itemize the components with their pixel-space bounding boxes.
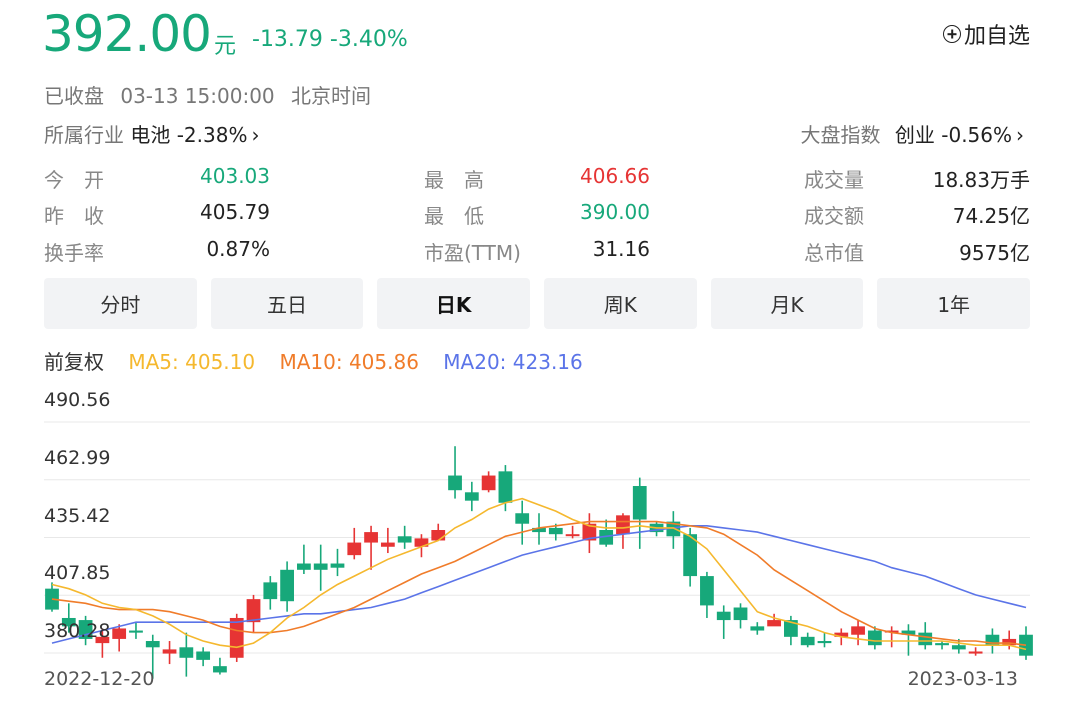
y-tick-label: 435.42 (44, 505, 111, 527)
candle-body (515, 513, 530, 524)
candle-body (213, 666, 227, 673)
y-tick-label: 407.85 (44, 562, 111, 584)
y-tick-label: 490.56 (44, 389, 111, 411)
candle-body (179, 647, 194, 658)
candle-body (700, 576, 714, 606)
candle-body (330, 563, 345, 568)
candle-body (313, 563, 328, 570)
candle-body (767, 620, 781, 627)
candle-body (464, 492, 479, 501)
x-start-date: 2022-12-20 (44, 668, 155, 690)
candle-body (800, 636, 815, 646)
candle-body (716, 611, 731, 621)
candle-body (364, 532, 378, 543)
candle-body (162, 649, 177, 654)
candle-body (129, 630, 143, 633)
y-tick-label: 462.99 (44, 447, 111, 469)
y-tick-label: 380.28 (44, 620, 111, 642)
candle-body (867, 630, 882, 646)
candle-body (817, 641, 832, 644)
candle-body (548, 527, 563, 535)
kline-chart[interactable] (0, 0, 1080, 706)
candle-body (297, 563, 311, 570)
candle-body (263, 582, 278, 600)
candle-body (347, 542, 362, 556)
candle-body (565, 534, 580, 537)
candle-body (448, 475, 462, 491)
candle-body (229, 617, 244, 658)
candle-body (935, 643, 949, 646)
x-end-date: 2023-03-13 (907, 668, 1018, 690)
candle-body (918, 632, 933, 646)
candle-body (616, 515, 630, 535)
candle-body (498, 471, 513, 503)
candle-body (750, 626, 765, 631)
candle-body (397, 536, 412, 543)
candle-body (431, 530, 446, 541)
candle-body (481, 475, 496, 491)
candle-body (380, 542, 395, 547)
candle-body (280, 569, 294, 602)
candle-body (196, 651, 211, 660)
candle-body (733, 607, 748, 621)
candle-body (112, 628, 127, 639)
candle-body (968, 651, 983, 654)
candle-body (951, 645, 966, 650)
candle-body (632, 486, 647, 520)
candle-body (145, 641, 160, 648)
candle-body (851, 626, 865, 635)
